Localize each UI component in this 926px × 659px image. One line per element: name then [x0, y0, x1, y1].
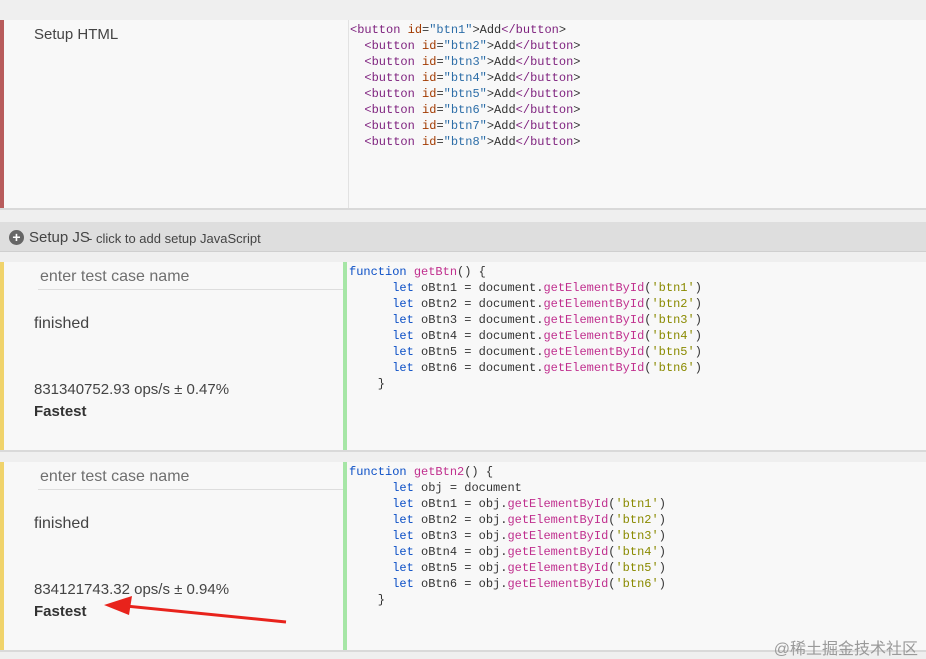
- arrow-shaft: [125, 604, 287, 624]
- red-arrow-annotation: [104, 596, 287, 624]
- arrow-head: [104, 596, 132, 615]
- watermark: @稀土掘金技术社区: [773, 641, 918, 658]
